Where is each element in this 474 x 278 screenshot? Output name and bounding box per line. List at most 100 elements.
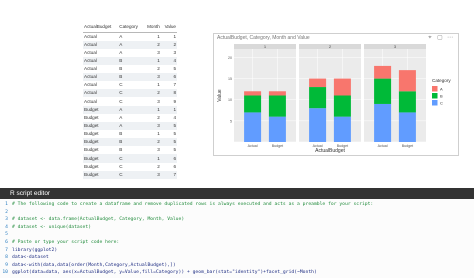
table-row: Actual B 1 4: [83, 56, 177, 65]
table-cell: C: [118, 154, 144, 163]
code-line: 9 data<-with(data,data[order(Month,Catego…: [0, 262, 474, 270]
legend-label: B: [440, 93, 443, 98]
code-text[interactable]: library(ggplot2): [12, 247, 57, 255]
table-cell: Budget: [84, 163, 99, 169]
table-cell: 8: [160, 89, 177, 98]
table-row: Budget B 1 5: [83, 130, 177, 138]
code-text[interactable]: # dataset <- data.frame(ActualBudget, Ca…: [12, 216, 184, 224]
table-cell: 3: [157, 147, 160, 153]
table-cell: 2: [160, 40, 177, 49]
code-text[interactable]: data<-dataset: [12, 254, 49, 262]
table-row: Actual B 3 6: [83, 73, 177, 82]
table-cell: 1: [160, 105, 177, 114]
column-header[interactable]: Value: [160, 22, 177, 33]
table-cell: B: [119, 131, 123, 137]
legend-title: Category: [432, 78, 451, 83]
y-tick-label: 15: [228, 77, 232, 81]
table-cell: Budget: [84, 114, 99, 120]
table-cell: 5: [173, 65, 176, 71]
table-cell: B: [118, 138, 144, 147]
legend-label: A: [440, 86, 443, 91]
x-tick-label: Actual: [248, 144, 258, 148]
table-cell: 3: [143, 73, 161, 82]
bar-segment-c: [309, 108, 327, 142]
column-header[interactable]: Month: [143, 22, 161, 33]
code-line: 3 # dataset <- data.frame(ActualBudget, C…: [0, 216, 474, 224]
bar-segment-a: [309, 78, 327, 88]
editor-code-area[interactable]: 1 # The following code to create a datafr…: [0, 199, 474, 277]
bar-segment-a: [244, 91, 262, 96]
table-cell: 2: [143, 89, 161, 98]
code-line: 6 # Paste or type your script code here:: [0, 239, 474, 247]
table-cell: 5: [160, 138, 177, 147]
table-cell: Actual: [84, 33, 97, 39]
table-cell: C: [118, 89, 144, 98]
code-text[interactable]: # The following code to create a datafra…: [12, 201, 373, 209]
code-line: 1 # The following code to create a datafr…: [0, 201, 474, 209]
code-line: 4 # dataset <- unique(dataset): [0, 224, 474, 232]
table-cell: Actual: [84, 82, 97, 88]
code-line: 5: [0, 231, 474, 239]
table-cell: 1: [143, 105, 161, 114]
table-row: Budget C 1 6: [83, 154, 177, 163]
table-row: Actual C 1 7: [83, 81, 177, 89]
table-row: Budget A 2 4: [83, 114, 177, 122]
table-row: Budget C 3 7: [83, 170, 177, 179]
bar-segment-a: [333, 78, 351, 96]
table-cell: Budget: [83, 121, 119, 131]
table-cell: 2: [143, 40, 161, 49]
table-cell: C: [118, 170, 144, 179]
table-body: Actual A 1 1 Actual A 2 2 Actual A 3 3 Actual B 1 4 Actu…: [83, 32, 177, 179]
table-cell: 3: [173, 49, 176, 55]
table-cell: B: [119, 65, 123, 71]
bar-segment-b: [374, 78, 392, 104]
table-cell: Budget: [84, 131, 99, 137]
table-header-row: ActualBudget Category Month Value: [83, 22, 177, 33]
table-cell: Actual: [84, 49, 97, 55]
code-text[interactable]: data<-with(data,data[order(Month,Categor…: [12, 262, 176, 270]
table-cell: 6: [160, 154, 177, 163]
code-line: 8 data<-dataset: [0, 254, 474, 262]
table-row: Budget A 1 1: [83, 105, 177, 114]
bar-segment-c: [398, 112, 416, 142]
table-row: Actual C 2 8: [83, 89, 177, 98]
table-row: Budget B 2 5: [83, 138, 177, 147]
table-cell: C: [119, 82, 123, 88]
facet-label: 3: [394, 45, 396, 49]
line-number: 2: [5, 209, 8, 215]
table-cell: B: [119, 147, 123, 153]
table-cell: 6: [173, 163, 176, 169]
table-cell: 3: [157, 98, 160, 104]
table-row: Budget B 3 5: [83, 146, 177, 154]
table-cell: 7: [173, 82, 176, 88]
line-number: 1: [5, 202, 8, 207]
column-header[interactable]: ActualBudget: [83, 22, 119, 33]
column-header[interactable]: Category: [118, 22, 144, 33]
bar-segment-c: [244, 112, 262, 142]
r-script-editor[interactable]: R script editor 1 # The following code to…: [0, 188, 474, 278]
table-cell: Actual: [83, 56, 119, 65]
table-cell: 1: [157, 131, 160, 137]
table-cell: 5: [173, 131, 176, 137]
table-cell: A: [118, 121, 144, 131]
ggplot-chart: Value51015201Actual Budget2Actual Budget3A…: [217, 44, 451, 154]
code-text[interactable]: ggplot(data=data, aes(x=ActualBudget, y=…: [12, 269, 317, 277]
table-cell: A: [119, 33, 123, 39]
table-cell: Actual: [83, 89, 119, 98]
table-cell: A: [119, 49, 123, 55]
table-cell: B: [118, 56, 144, 65]
code-text[interactable]: # Paste or type your script code here:: [12, 239, 119, 247]
code-text[interactable]: # dataset <- unique(dataset): [12, 224, 91, 232]
facet-panel: [234, 49, 296, 142]
bar-segment-b: [333, 95, 351, 117]
table-cell: A: [119, 114, 123, 120]
table-cell: 6: [160, 73, 177, 82]
table-cell: Actual: [83, 73, 119, 82]
bar-segment-b: [244, 95, 262, 113]
bar-segment-c: [374, 103, 392, 142]
table-row: Actual C 3 9: [83, 97, 177, 105]
table-cell: C: [119, 163, 123, 169]
r-visual[interactable]: ActualBudget, Category, Month and Value …: [213, 33, 459, 156]
table-cell: 5: [173, 147, 176, 153]
table-cell: 1: [173, 33, 176, 39]
